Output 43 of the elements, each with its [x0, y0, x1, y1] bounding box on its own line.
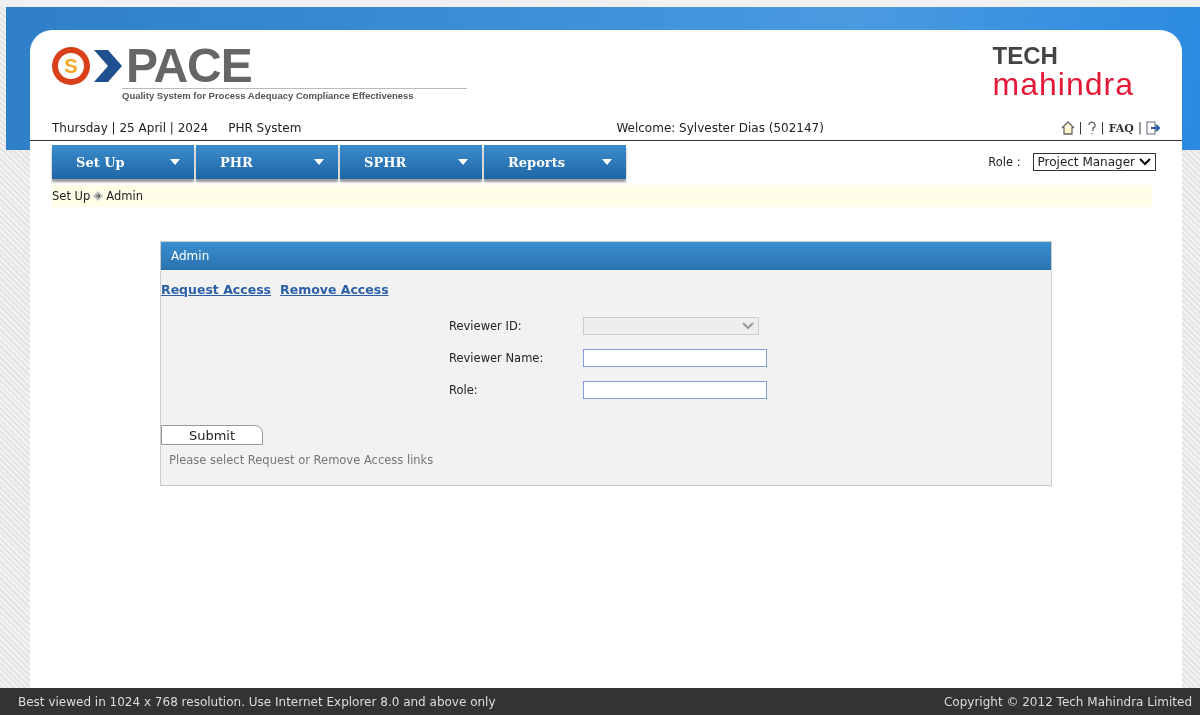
- hint-message: Please select Request or Remove Access links: [169, 453, 435, 467]
- copyright-text: Copyright © 2012 Tech Mahindra Limited: [943, 694, 1192, 709]
- chevron-icon: [92, 48, 124, 84]
- separator: |: [1078, 121, 1083, 135]
- caret-icon: [170, 159, 180, 165]
- home-icon[interactable]: [1060, 121, 1075, 135]
- field-label: Reviewer Name:: [449, 351, 544, 365]
- input-field[interactable]: [583, 381, 768, 399]
- menu-item[interactable]: SPHR: [340, 145, 482, 179]
- menu-item[interactable]: PHR: [196, 145, 338, 179]
- separator: |: [1100, 121, 1105, 135]
- access-link[interactable]: Request Access: [161, 282, 272, 297]
- submit-button[interactable]: Submit: [161, 425, 263, 445]
- caret-icon: [314, 159, 324, 165]
- logo-word: PACE: [126, 44, 252, 88]
- brand-name: mahindra: [992, 68, 1134, 100]
- logout-icon[interactable]: [1146, 121, 1160, 135]
- breadcrumb-current: Admin: [106, 189, 143, 203]
- breadcrumb-link[interactable]: Set Up: [52, 189, 91, 203]
- chevron-down-icon: [1139, 158, 1151, 166]
- logo-letter: S: [52, 47, 90, 85]
- help-icon[interactable]: [1086, 121, 1097, 135]
- menu-item[interactable]: Set Up: [52, 145, 194, 179]
- input-field[interactable]: [583, 349, 768, 367]
- system-name: PHR System: [228, 121, 302, 135]
- logo-tagline: Quality System for Process Adequacy Compliance Effectiveness: [122, 88, 467, 101]
- field-label: Role:: [449, 383, 478, 397]
- brand-name: TECH: [992, 44, 1059, 68]
- caret-icon: [602, 159, 612, 165]
- diamond-arrow-icon: [93, 191, 104, 201]
- chevron-down-icon: [742, 322, 755, 330]
- caret-icon: [458, 159, 468, 165]
- date-text: Thursday | 25 April | 2024: [52, 121, 209, 135]
- footer-note: Best viewed in 1024 x 768 resolution. Use Internet Explorer 8.0 and above only: [18, 694, 496, 709]
- role-dropdown[interactable]: Project Manager: [1032, 153, 1156, 171]
- welcome-text: Welcome: Sylvester Dias (502147): [616, 121, 824, 135]
- separator: |: [1137, 121, 1142, 135]
- role-label: Role :: [988, 155, 1021, 169]
- panel-title: Admin: [161, 242, 1051, 270]
- field-label: Reviewer ID:: [449, 319, 522, 333]
- faq-link[interactable]: FAQ: [1108, 121, 1134, 135]
- access-link[interactable]: Remove Access: [280, 282, 389, 297]
- menu-item[interactable]: Reports: [484, 145, 626, 179]
